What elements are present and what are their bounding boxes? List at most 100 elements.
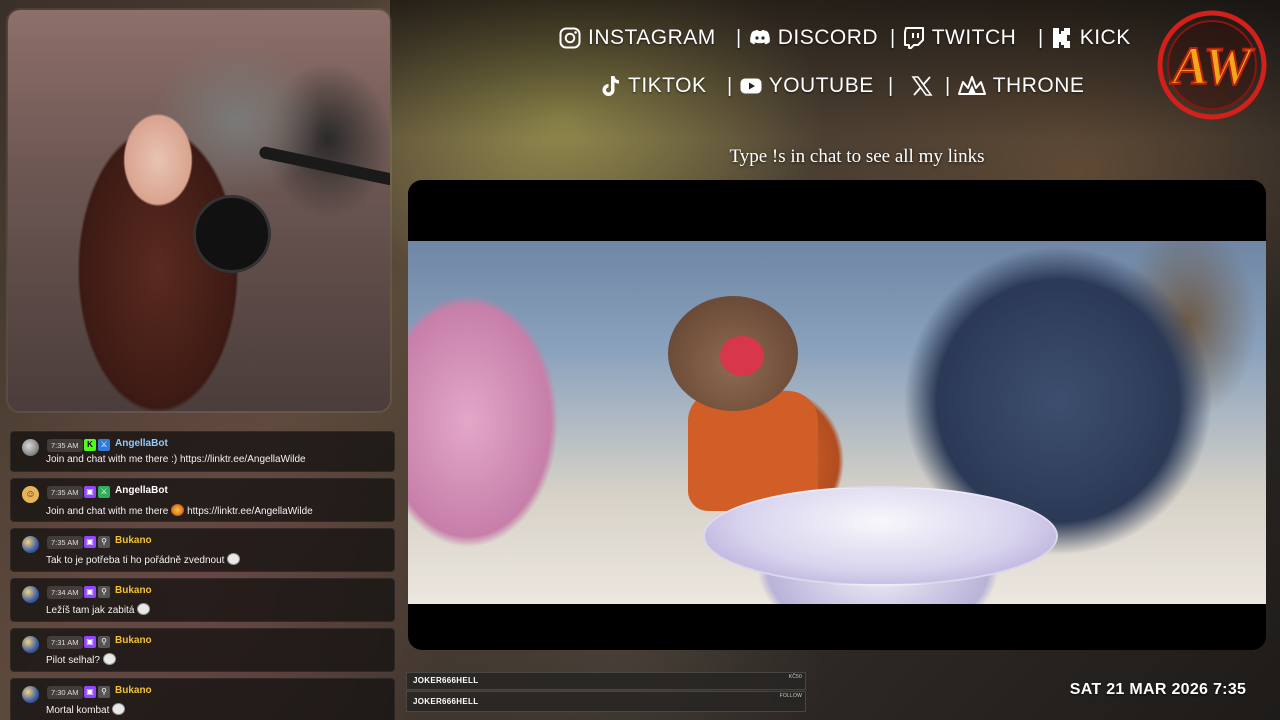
social-label: THRONE — [992, 74, 1085, 97]
twitch-badge-icon: ▣ — [84, 536, 96, 548]
twitch-icon — [902, 26, 926, 50]
message-text-content: Ležíš tam jak zabitá — [46, 605, 135, 616]
flower-emote-icon — [171, 504, 185, 516]
message-username: Bukano — [115, 685, 152, 696]
social-discord[interactable]: | DISCORD — [736, 26, 878, 50]
mic-arm — [258, 145, 390, 187]
twitch-badge-icon: ▣ — [84, 486, 96, 498]
message-time: 7:31 AM — [47, 636, 83, 649]
separator: | — [945, 74, 951, 97]
alert-name: JOKER666HELL — [413, 697, 479, 706]
chat-message: 7:31 AM ▣ ⚲ Bukano Pilot selhal? — [10, 628, 395, 672]
links-tagline: Type !s in chat to see all my links — [729, 146, 985, 167]
alert-kind: FOLLOW — [779, 693, 802, 699]
social-label: DISCORD — [777, 26, 879, 49]
message-time: 7:30 AM — [47, 686, 83, 699]
message-text-before: Join and chat with me there — [46, 506, 169, 517]
message-username: Bukano — [115, 535, 152, 546]
message-time: 7:35 AM — [47, 439, 83, 452]
message-text: Join and chat with me there https://link… — [46, 504, 313, 517]
alert-row: JOKER666HELL KČ50 — [406, 672, 806, 690]
sub-badge-icon: ⚲ — [98, 636, 110, 648]
social-x[interactable]: | — [888, 74, 934, 98]
tiktok-icon — [598, 74, 622, 98]
message-text: Join and chat with me there :) https://l… — [46, 454, 306, 465]
kick-icon — [1050, 26, 1074, 50]
message-text: Tak to je potřeba ti ho pořádně zvednout — [46, 553, 241, 566]
alert-kind: KČ50 — [788, 674, 802, 680]
social-label: YOUTUBE — [768, 74, 874, 97]
kick-badge-icon: K — [84, 439, 96, 451]
avatar: ☺ — [22, 486, 39, 503]
social-instagram[interactable]: INSTAGRAM — [558, 26, 716, 50]
game-capture — [408, 180, 1266, 650]
message-username: Bukano — [115, 585, 152, 596]
twitch-badge-icon: ▣ — [84, 586, 96, 598]
separator: | — [888, 74, 894, 97]
message-text: Ležíš tam jak zabitá — [46, 603, 151, 616]
chat-message: ☺ 7:35 AM ▣ ⚔ AngellaBot Join and chat w… — [10, 478, 395, 522]
mod-badge-icon: ⚔ — [98, 439, 110, 451]
separator: | — [736, 26, 742, 49]
avatar — [22, 636, 39, 653]
separator: | — [727, 74, 733, 97]
social-label: KICK — [1079, 26, 1131, 49]
webcam-feed — [8, 10, 390, 411]
chat-message: 7:30 AM ▣ ⚲ Bukano Mortal kombat — [10, 678, 395, 720]
bot-badge-icon: ⚔ — [98, 486, 110, 498]
social-label: INSTAGRAM — [588, 26, 716, 49]
x-icon — [910, 74, 934, 98]
face-emote-icon — [137, 603, 151, 615]
discord-icon — [748, 26, 772, 50]
twitch-badge-icon: ▣ — [84, 686, 96, 698]
youtube-icon — [739, 74, 763, 98]
character-nose — [720, 336, 764, 376]
face-emote-icon — [227, 553, 241, 565]
chat-message: 7:35 AM ▣ ⚲ Bukano Tak to je potřeba ti … — [10, 528, 395, 572]
sub-badge-icon: ⚲ — [98, 586, 110, 598]
message-time: 7:34 AM — [47, 586, 83, 599]
social-label: TWITCH — [931, 26, 1017, 49]
message-username: Bukano — [115, 635, 152, 646]
logo-text: AW — [1169, 36, 1255, 96]
face-emote-icon — [102, 653, 116, 665]
message-text-content: Tak to je potřeba ti ho pořádně zvednout — [46, 555, 225, 566]
social-label: TIKTOK — [628, 74, 707, 97]
chat-message: 7:35 AM K ⚔ AngellaBot Join and chat wit… — [10, 431, 395, 472]
alert-name: JOKER666HELL — [413, 676, 479, 685]
message-text: Mortal kombat — [46, 703, 126, 716]
date-time: SAT 21 MAR 2026 7:35 — [1069, 681, 1247, 698]
microphone — [193, 195, 271, 273]
message-username: AngellaBot — [115, 438, 168, 449]
separator: | — [1038, 26, 1044, 49]
header-shade — [390, 0, 1280, 140]
social-youtube[interactable]: | YOUTUBE — [727, 74, 874, 98]
social-twitch[interactable]: | TWITCH — [890, 26, 1016, 50]
aw-logo: AW — [1150, 6, 1274, 124]
throne-icon — [957, 74, 987, 98]
avatar — [22, 536, 39, 553]
sub-badge-icon: ⚲ — [98, 536, 110, 548]
message-link: https://linktr.ee/AngellaWilde — [187, 506, 313, 517]
message-time: 7:35 AM — [47, 486, 83, 499]
avatar — [22, 439, 39, 456]
message-text-content: Mortal kombat — [46, 705, 110, 716]
message-username: AngellaBot — [115, 485, 168, 496]
separator: | — [890, 26, 896, 49]
alert-row: JOKER666HELL FOLLOW — [406, 691, 806, 712]
chat-overlay: 7:35 AM K ⚔ AngellaBot Join and chat wit… — [10, 431, 395, 720]
social-throne[interactable]: | THRONE — [945, 74, 1084, 98]
message-time: 7:35 AM — [47, 536, 83, 549]
instagram-icon — [558, 26, 582, 50]
social-kick[interactable]: | KICK — [1038, 26, 1131, 50]
avatar — [22, 686, 39, 703]
message-text: Pilot selhal? — [46, 653, 116, 666]
twitch-badge-icon: ▣ — [84, 636, 96, 648]
cushion — [703, 486, 1058, 586]
game-scene — [408, 241, 1266, 604]
sub-badge-icon: ⚲ — [98, 686, 110, 698]
message-text-content: Pilot selhal? — [46, 655, 100, 666]
avatar — [22, 586, 39, 603]
social-tiktok[interactable]: TIKTOK — [598, 74, 706, 98]
chat-message: 7:34 AM ▣ ⚲ Bukano Ležíš tam jak zabitá — [10, 578, 395, 622]
